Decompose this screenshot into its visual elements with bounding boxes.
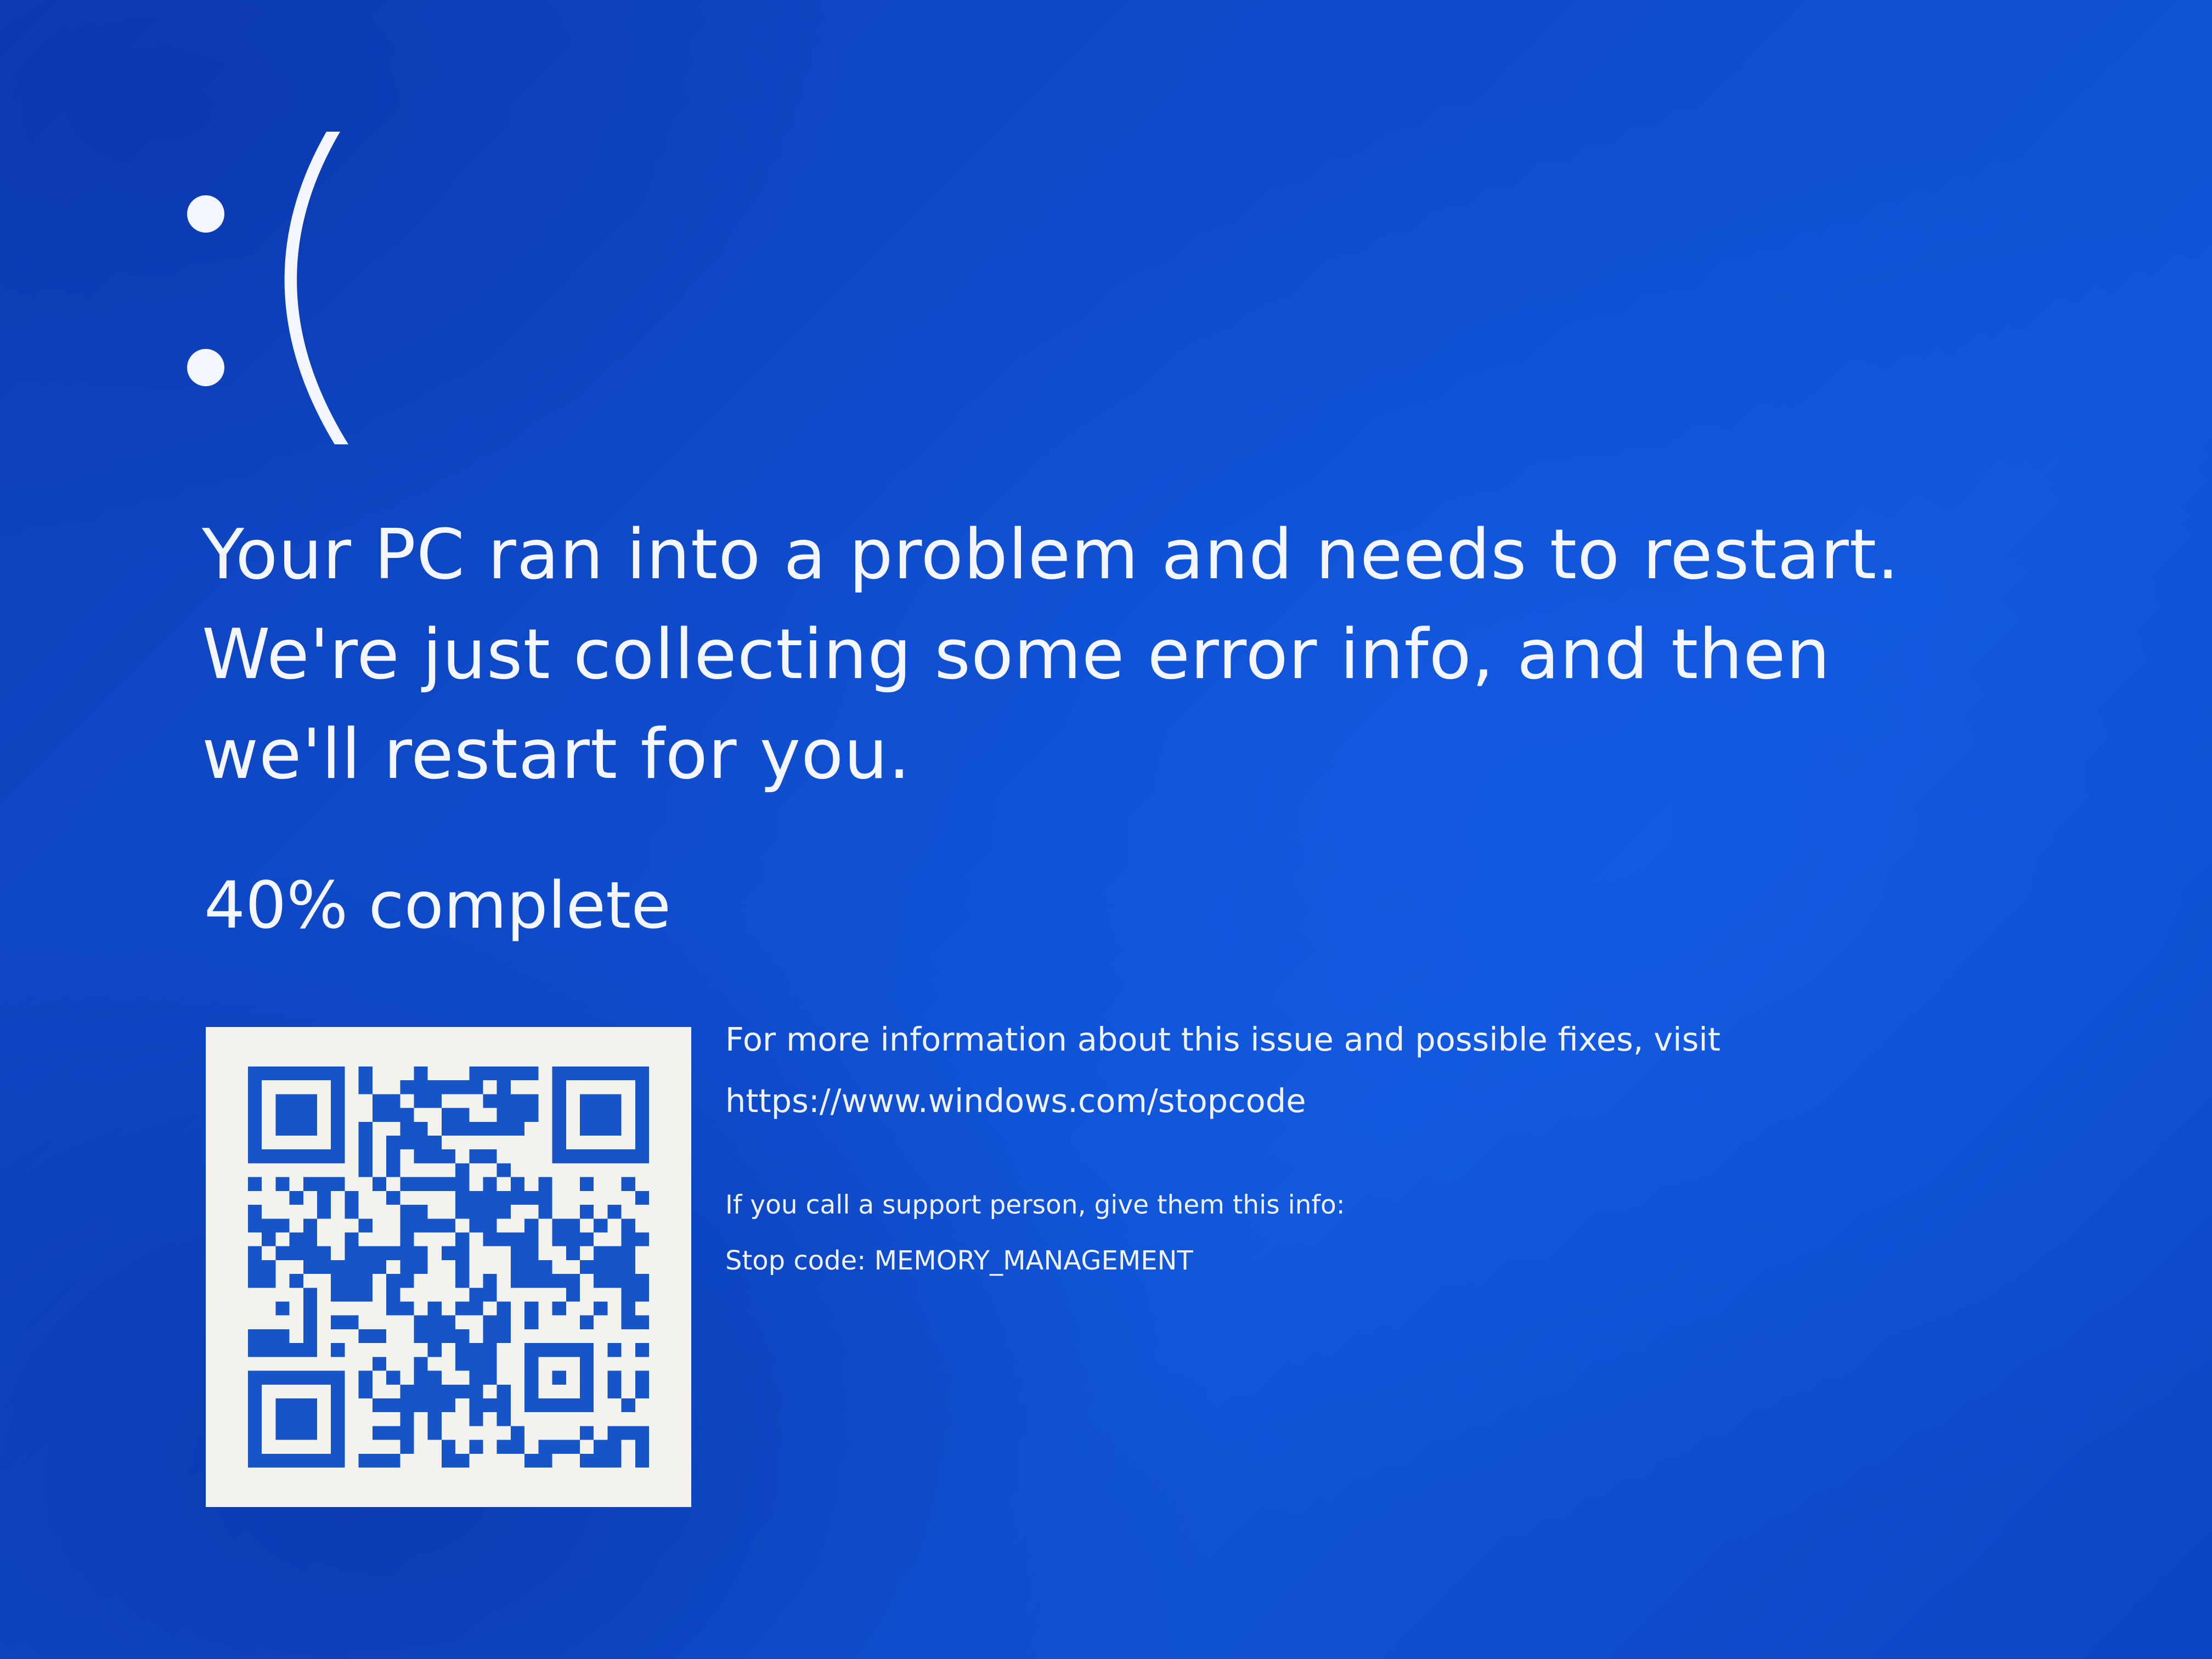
support-text: If you call a support person, give them … [725,1190,1345,1220]
stop-code-text: Stop code: MEMORY_MANAGEMENT [725,1245,1193,1276]
qr-code-icon [206,1027,691,1507]
bsod-screen: Your PC ran into a problem and needs to … [0,0,2212,1659]
more-info-text: For more information about this issue an… [725,1020,1720,1058]
stopcode-link[interactable]: https://www.windows.com/stopcode [725,1079,1306,1123]
progress-text: 40% complete [204,867,671,943]
sad-face-icon [178,115,365,455]
error-message: Your PC ran into a problem and needs to … [202,514,1900,794]
